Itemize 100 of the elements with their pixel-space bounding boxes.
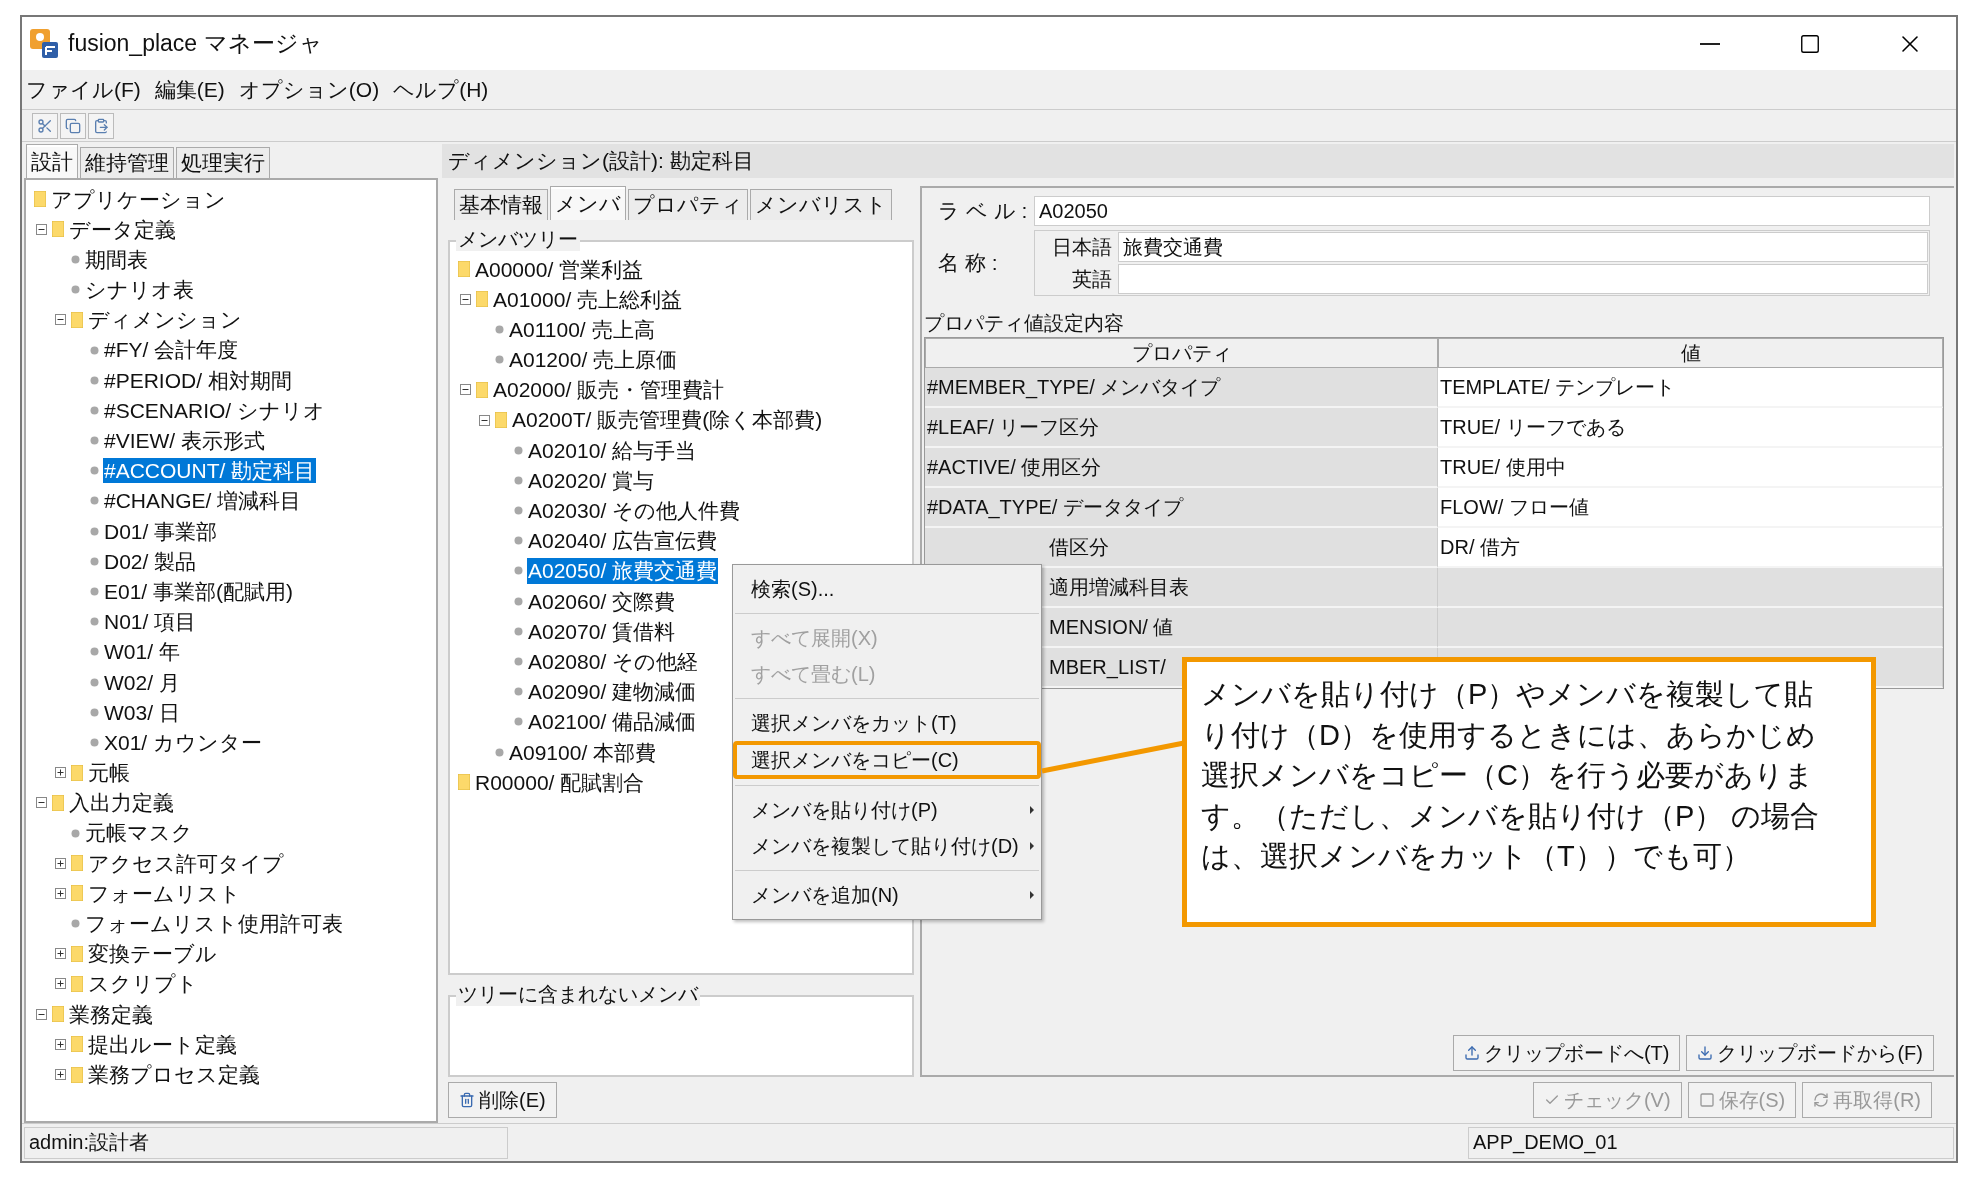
tree-item[interactable]: 元帳マスク <box>84 820 194 846</box>
tree-item[interactable]: アプリケーション <box>50 186 227 212</box>
tab[interactable]: メンバリスト <box>750 189 892 220</box>
collapse-icon[interactable] <box>54 314 66 326</box>
bullet-icon <box>90 647 99 657</box>
bullet-icon <box>514 506 523 516</box>
expand-icon[interactable] <box>54 857 66 869</box>
tree-item[interactable]: 業務プロセス定義 <box>87 1061 261 1088</box>
clipboard-icon[interactable] <box>88 112 114 139</box>
tree-item[interactable]: 期間表 <box>84 246 149 273</box>
menu-item[interactable]: 編集(E) <box>154 75 225 104</box>
tree-item[interactable]: A02030/ その他人件費 <box>527 498 742 524</box>
tab[interactable]: 処理実行 <box>176 147 270 178</box>
tree-item[interactable]: フォームリスト使用許可表 <box>84 911 344 937</box>
tree-item[interactable]: A02010/ 給与手当 <box>527 437 698 463</box>
clipboard-button[interactable]: クリップボードから(F) <box>1686 1035 1934 1071</box>
tree-item[interactable]: フォームリスト <box>87 880 242 906</box>
folder-icon <box>71 1036 83 1053</box>
tree-item[interactable]: R00000/ 配賦割合 <box>474 769 646 795</box>
table-cell: TRUE/ 使用中 <box>1438 448 1943 488</box>
tab[interactable]: メンバ <box>550 186 626 220</box>
tree-item[interactable]: A09100/ 本部費 <box>508 739 658 765</box>
context-menu-item[interactable]: 選択メンバをカット(T) <box>733 705 1041 741</box>
column-header[interactable]: 値 <box>1438 338 1943 368</box>
context-menu-item[interactable]: 選択メンバをコピー(C) <box>733 741 1041 779</box>
name-field[interactable] <box>1118 264 1928 294</box>
tree-item[interactable]: #SCENARIO/ シナリオ <box>103 397 327 423</box>
column-header[interactable]: プロパティ <box>925 338 1438 368</box>
tree-item[interactable]: 元帳 <box>87 760 131 786</box>
tree-item[interactable]: シナリオ表 <box>84 277 195 303</box>
square-icon <box>1698 1092 1715 1108</box>
tree-item[interactable]: A02070/ 賃借料 <box>527 618 677 644</box>
tree-item[interactable]: A02090/ 建物減価 <box>527 679 698 705</box>
tree-item[interactable]: E01/ 事業部(配賦用) <box>103 578 295 605</box>
expand-icon[interactable] <box>54 1069 66 1081</box>
delete-button[interactable]: 削除(E) <box>448 1082 557 1118</box>
collapse-icon[interactable] <box>478 414 490 426</box>
tree-item[interactable]: #VIEW/ 表示形式 <box>103 428 267 454</box>
refresh-icon <box>1813 1092 1830 1108</box>
collapse-icon[interactable] <box>459 384 471 396</box>
collapse-icon[interactable] <box>35 797 47 809</box>
expand-icon[interactable] <box>54 887 66 899</box>
tree-item[interactable]: 入出力定義 <box>68 790 175 816</box>
tree-item[interactable]: A0200T/ 販売管理費(除く本部費) <box>511 407 824 433</box>
tab[interactable]: 基本情報 <box>454 189 548 220</box>
collapse-icon[interactable] <box>35 223 47 235</box>
menu-item[interactable]: オプション(O) <box>238 75 380 104</box>
tree-item[interactable]: 業務定義 <box>68 1001 154 1027</box>
expand-icon[interactable] <box>54 767 66 779</box>
collapse-icon[interactable] <box>459 293 471 305</box>
tree-item[interactable]: W02/ 月 <box>103 669 181 695</box>
folder-icon <box>458 774 470 791</box>
collapse-icon[interactable] <box>35 1008 47 1020</box>
tree-item[interactable]: A02000/ 販売・管理費計 <box>492 377 726 403</box>
tree-item[interactable]: A01200/ 売上原価 <box>508 347 679 373</box>
upload-icon <box>1463 1045 1480 1061</box>
tab[interactable]: プロパティ <box>628 189 748 220</box>
tree-item[interactable]: A02040/ 広告宣伝費 <box>527 528 719 554</box>
tree-item[interactable]: W03/ 日 <box>103 699 181 725</box>
name-field[interactable]: 旅費交通費 <box>1118 232 1928 262</box>
scissors-icon[interactable] <box>32 112 58 139</box>
label-field[interactable]: A02050 <box>1034 196 1930 226</box>
tree-item[interactable]: X01/ カウンター <box>103 729 264 756</box>
status-user: admin:設計者 <box>24 1126 508 1159</box>
tree-item[interactable]: #PERIOD/ 相対期間 <box>103 367 293 393</box>
clipboard-button[interactable]: クリップボードへ(T) <box>1452 1035 1681 1071</box>
tree-item[interactable]: #FY/ 会計年度 <box>103 337 240 363</box>
menu-item[interactable]: ファイル(F) <box>26 75 141 104</box>
tab[interactable]: 設計 <box>26 144 78 178</box>
tree-item[interactable]: アクセス許可タイプ <box>87 850 285 876</box>
expand-icon[interactable] <box>54 1038 66 1050</box>
tree-item[interactable]: W01/ 年 <box>103 639 181 665</box>
tree-item[interactable]: A00000/ 営業利益 <box>474 256 645 282</box>
context-menu-item[interactable]: メンバを複製して貼り付け(D) <box>733 828 1041 864</box>
tree-item[interactable]: スクリプト <box>87 971 199 997</box>
expand-icon[interactable] <box>54 948 66 960</box>
tree-item[interactable]: D02/ 製品 <box>103 548 198 574</box>
tree-item[interactable]: N01/ 項目 <box>103 609 198 635</box>
tree-item[interactable]: A02020/ 賞与 <box>527 467 656 493</box>
tree-item[interactable]: 変換テーブル <box>87 941 218 967</box>
context-menu-item[interactable]: メンバを追加(N) <box>733 877 1041 913</box>
tree-item[interactable]: データ定義 <box>68 216 177 242</box>
tree-item[interactable]: #ACCOUNT/ 勘定科目 <box>103 458 317 484</box>
tree-item[interactable]: A02050/ 旅費交通費 <box>527 558 719 584</box>
tree-item[interactable]: 提出ルート定義 <box>87 1031 238 1057</box>
menu-item[interactable]: ヘルプ(H) <box>393 75 489 104</box>
tree-item[interactable]: D01/ 事業部 <box>103 518 219 544</box>
tab[interactable]: 維持管理 <box>80 147 174 178</box>
tree-item[interactable]: A02060/ 交際費 <box>527 588 677 614</box>
tree-item[interactable]: ディメンション <box>87 307 243 333</box>
table-cell: #ACTIVE/ 使用区分 <box>925 448 1438 488</box>
tree-item[interactable]: A02080/ その他経 <box>527 648 700 675</box>
tree-item[interactable]: A01100/ 売上高 <box>508 316 656 343</box>
tree-item[interactable]: #CHANGE/ 増減科目 <box>103 488 303 514</box>
status-application: APP_DEMO_01 <box>1468 1126 1954 1159</box>
expand-icon[interactable] <box>54 978 66 990</box>
tree-item[interactable]: A01000/ 売上総利益 <box>492 286 684 312</box>
copy-icon[interactable] <box>60 112 86 139</box>
tree-item[interactable]: A02100/ 備品減価 <box>527 709 698 735</box>
context-menu-item[interactable]: メンバを貼り付け(P) <box>733 792 1041 828</box>
